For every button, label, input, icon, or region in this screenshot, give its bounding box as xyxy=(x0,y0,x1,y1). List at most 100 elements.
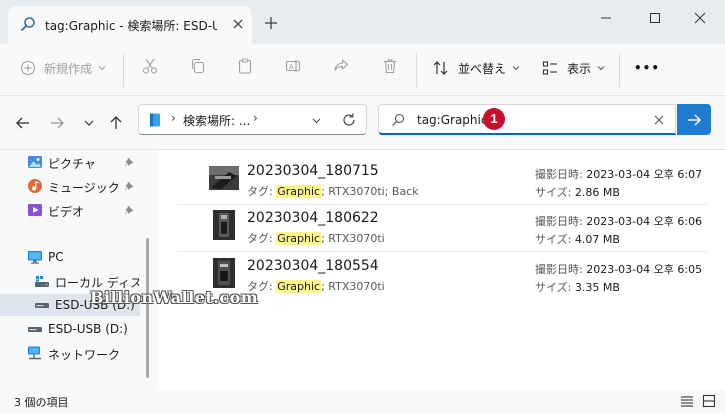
date-value: 2023-03-04 오후 6:07 xyxy=(586,168,703,181)
back-arrow-icon[interactable] xyxy=(14,114,32,132)
search-results-folder-icon xyxy=(150,113,160,127)
pin-icon[interactable] xyxy=(124,181,134,191)
date-value: 2023-03-04 오후 6:05 xyxy=(586,263,703,276)
breadcrumb-separator[interactable]: › xyxy=(253,111,258,125)
search-input[interactable] xyxy=(417,110,617,130)
rename-icon[interactable]: A xyxy=(284,57,302,75)
new-label: 新規作成 xyxy=(44,61,93,76)
refresh-icon[interactable] xyxy=(341,112,357,128)
toolbar-separator xyxy=(123,53,124,87)
tags-rest: ; RTX3070ti xyxy=(321,232,385,245)
cut-icon[interactable] xyxy=(141,57,159,75)
file-date-taken: 撮影日時: 2023-03-04 오후 6:05 xyxy=(535,261,702,277)
tags-label: タグ: xyxy=(247,232,277,245)
tab-title: tag:Graphic - 検索場所: ESD-USB (D:) xyxy=(45,19,217,33)
delete-icon[interactable] xyxy=(381,57,399,75)
svg-text:A: A xyxy=(289,64,294,71)
file-name: 20230304_180715 xyxy=(247,163,379,179)
tag-highlight: Graphic xyxy=(276,232,322,245)
address-bar[interactable]: › 検索場所: ... › xyxy=(138,104,367,135)
date-value: 2023-03-04 오후 6:06 xyxy=(586,215,703,228)
image-thumbnail-icon xyxy=(209,166,239,190)
pin-icon[interactable] xyxy=(124,205,134,215)
network-icon xyxy=(28,346,41,360)
image-thumbnail-icon xyxy=(213,258,235,288)
copy-icon[interactable] xyxy=(189,57,207,75)
sidebar-item-videos[interactable]: ビデオ xyxy=(0,199,140,221)
title-bar: tag:Graphic - 検索場所: ESD-USB (D:) xyxy=(0,0,725,44)
close-icon[interactable] xyxy=(230,16,246,32)
usb-drive-icon xyxy=(35,303,49,308)
pc-icon xyxy=(28,251,42,264)
size-label: サイズ: xyxy=(535,281,575,294)
image-thumbnail-icon xyxy=(213,210,235,240)
sidebar-item-music[interactable]: ミュージック xyxy=(0,175,140,197)
new-button[interactable]: 新規作成 xyxy=(20,56,107,80)
file-list: 20230304_180715 タグ: Graphic; RTX3070ti; … xyxy=(157,150,725,390)
sidebar-item-label: ESD-USB (D:) xyxy=(48,322,128,336)
details-view-icon[interactable] xyxy=(680,394,694,408)
close-window-icon[interactable] xyxy=(685,8,715,28)
search-icon xyxy=(392,113,405,126)
file-row[interactable]: 20230304_180715 タグ: Graphic; RTX3070ti; … xyxy=(177,150,707,199)
item-count: 3 個の項目 xyxy=(14,396,69,409)
pin-icon[interactable] xyxy=(124,157,134,167)
clear-icon[interactable] xyxy=(653,114,665,126)
paste-icon[interactable] xyxy=(236,57,254,75)
music-icon xyxy=(28,179,42,193)
share-icon[interactable] xyxy=(332,57,350,75)
search-icon xyxy=(21,17,35,31)
navigation-pane: ピクチャ ミュージック ビデオ PC ローカル ディス ESD-USB (D:)… xyxy=(0,150,157,390)
arrow-right-icon xyxy=(688,114,701,126)
recent-chevron-down-icon[interactable] xyxy=(80,114,98,132)
view-icon xyxy=(542,61,557,75)
tab-search[interactable]: tag:Graphic - 検索場所: ESD-USB (D:) xyxy=(8,6,252,44)
forward-arrow-icon[interactable] xyxy=(48,114,66,132)
tags-rest: ; RTX3070ti xyxy=(321,280,385,293)
date-label: 撮影日時: xyxy=(535,168,587,181)
sidebar-item-pictures[interactable]: ピクチャ xyxy=(0,151,140,173)
sort-label: 並べ替え xyxy=(458,61,507,76)
tiles-view-icon[interactable] xyxy=(702,394,716,408)
video-icon xyxy=(28,204,42,216)
more-icon: ••• xyxy=(634,61,661,75)
sort-button[interactable]: 並べ替え xyxy=(432,56,521,80)
file-name: 20230304_180554 xyxy=(247,258,379,274)
chevron-down-icon xyxy=(597,66,605,71)
sidebar-item-network[interactable]: ネットワーク xyxy=(0,342,140,364)
search-box[interactable]: 1 xyxy=(378,104,676,135)
chevron-down-icon[interactable] xyxy=(311,115,322,126)
minimize-icon[interactable] xyxy=(591,8,621,28)
usb-drive-icon xyxy=(28,327,42,332)
file-row[interactable]: 20230304_180554 タグ: Graphic; RTX3070ti 撮… xyxy=(177,245,707,294)
status-bar: 3 個の項目 xyxy=(0,390,725,413)
sidebar-item-label: ビデオ xyxy=(48,205,85,219)
disk-icon xyxy=(35,276,49,287)
file-row[interactable]: 20230304_180622 タグ: Graphic; RTX3070ti 撮… xyxy=(177,197,707,246)
sidebar-item-pc[interactable]: PC xyxy=(0,246,140,268)
chevron-down-icon xyxy=(512,66,520,71)
toolbar-separator xyxy=(619,53,620,87)
toolbar-separator xyxy=(416,53,417,87)
file-date-taken: 撮影日時: 2023-03-04 오후 6:06 xyxy=(535,213,702,229)
breadcrumb[interactable]: 検索場所: ... xyxy=(183,112,250,129)
file-tags: タグ: Graphic; RTX3070ti xyxy=(247,230,385,246)
maximize-icon[interactable] xyxy=(640,8,670,28)
watermark: BillionWallet.com xyxy=(90,288,259,307)
plus-icon[interactable] xyxy=(262,14,280,32)
sidebar-scrollbar[interactable] xyxy=(146,238,149,378)
search-go-button[interactable] xyxy=(677,104,711,135)
date-label: 撮影日時: xyxy=(535,215,587,228)
chevron-down-icon xyxy=(98,66,106,71)
breadcrumb-separator: › xyxy=(171,111,176,125)
annotation-marker: 1 xyxy=(483,108,505,130)
sidebar-item-esd-usb[interactable]: ESD-USB (D:) xyxy=(0,318,140,340)
command-bar: 新規作成 A 並べ替え 表示 ••• xyxy=(0,44,725,96)
more-options-button[interactable]: ••• xyxy=(634,56,660,80)
file-date-taken: 撮影日時: 2023-03-04 오후 6:07 xyxy=(535,166,702,182)
up-arrow-icon[interactable] xyxy=(107,114,125,132)
sidebar-item-label: PC xyxy=(48,250,64,264)
view-button[interactable]: 表示 xyxy=(541,56,606,80)
file-tags: タグ: Graphic; RTX3070ti xyxy=(247,278,385,294)
date-label: 撮影日時: xyxy=(535,263,587,276)
